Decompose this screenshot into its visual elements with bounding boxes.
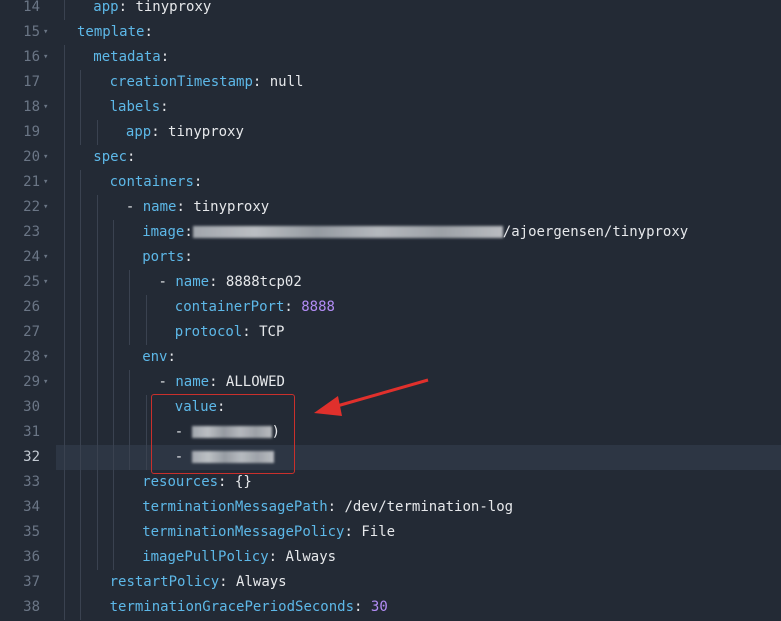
red-arrow-icon xyxy=(314,378,429,416)
